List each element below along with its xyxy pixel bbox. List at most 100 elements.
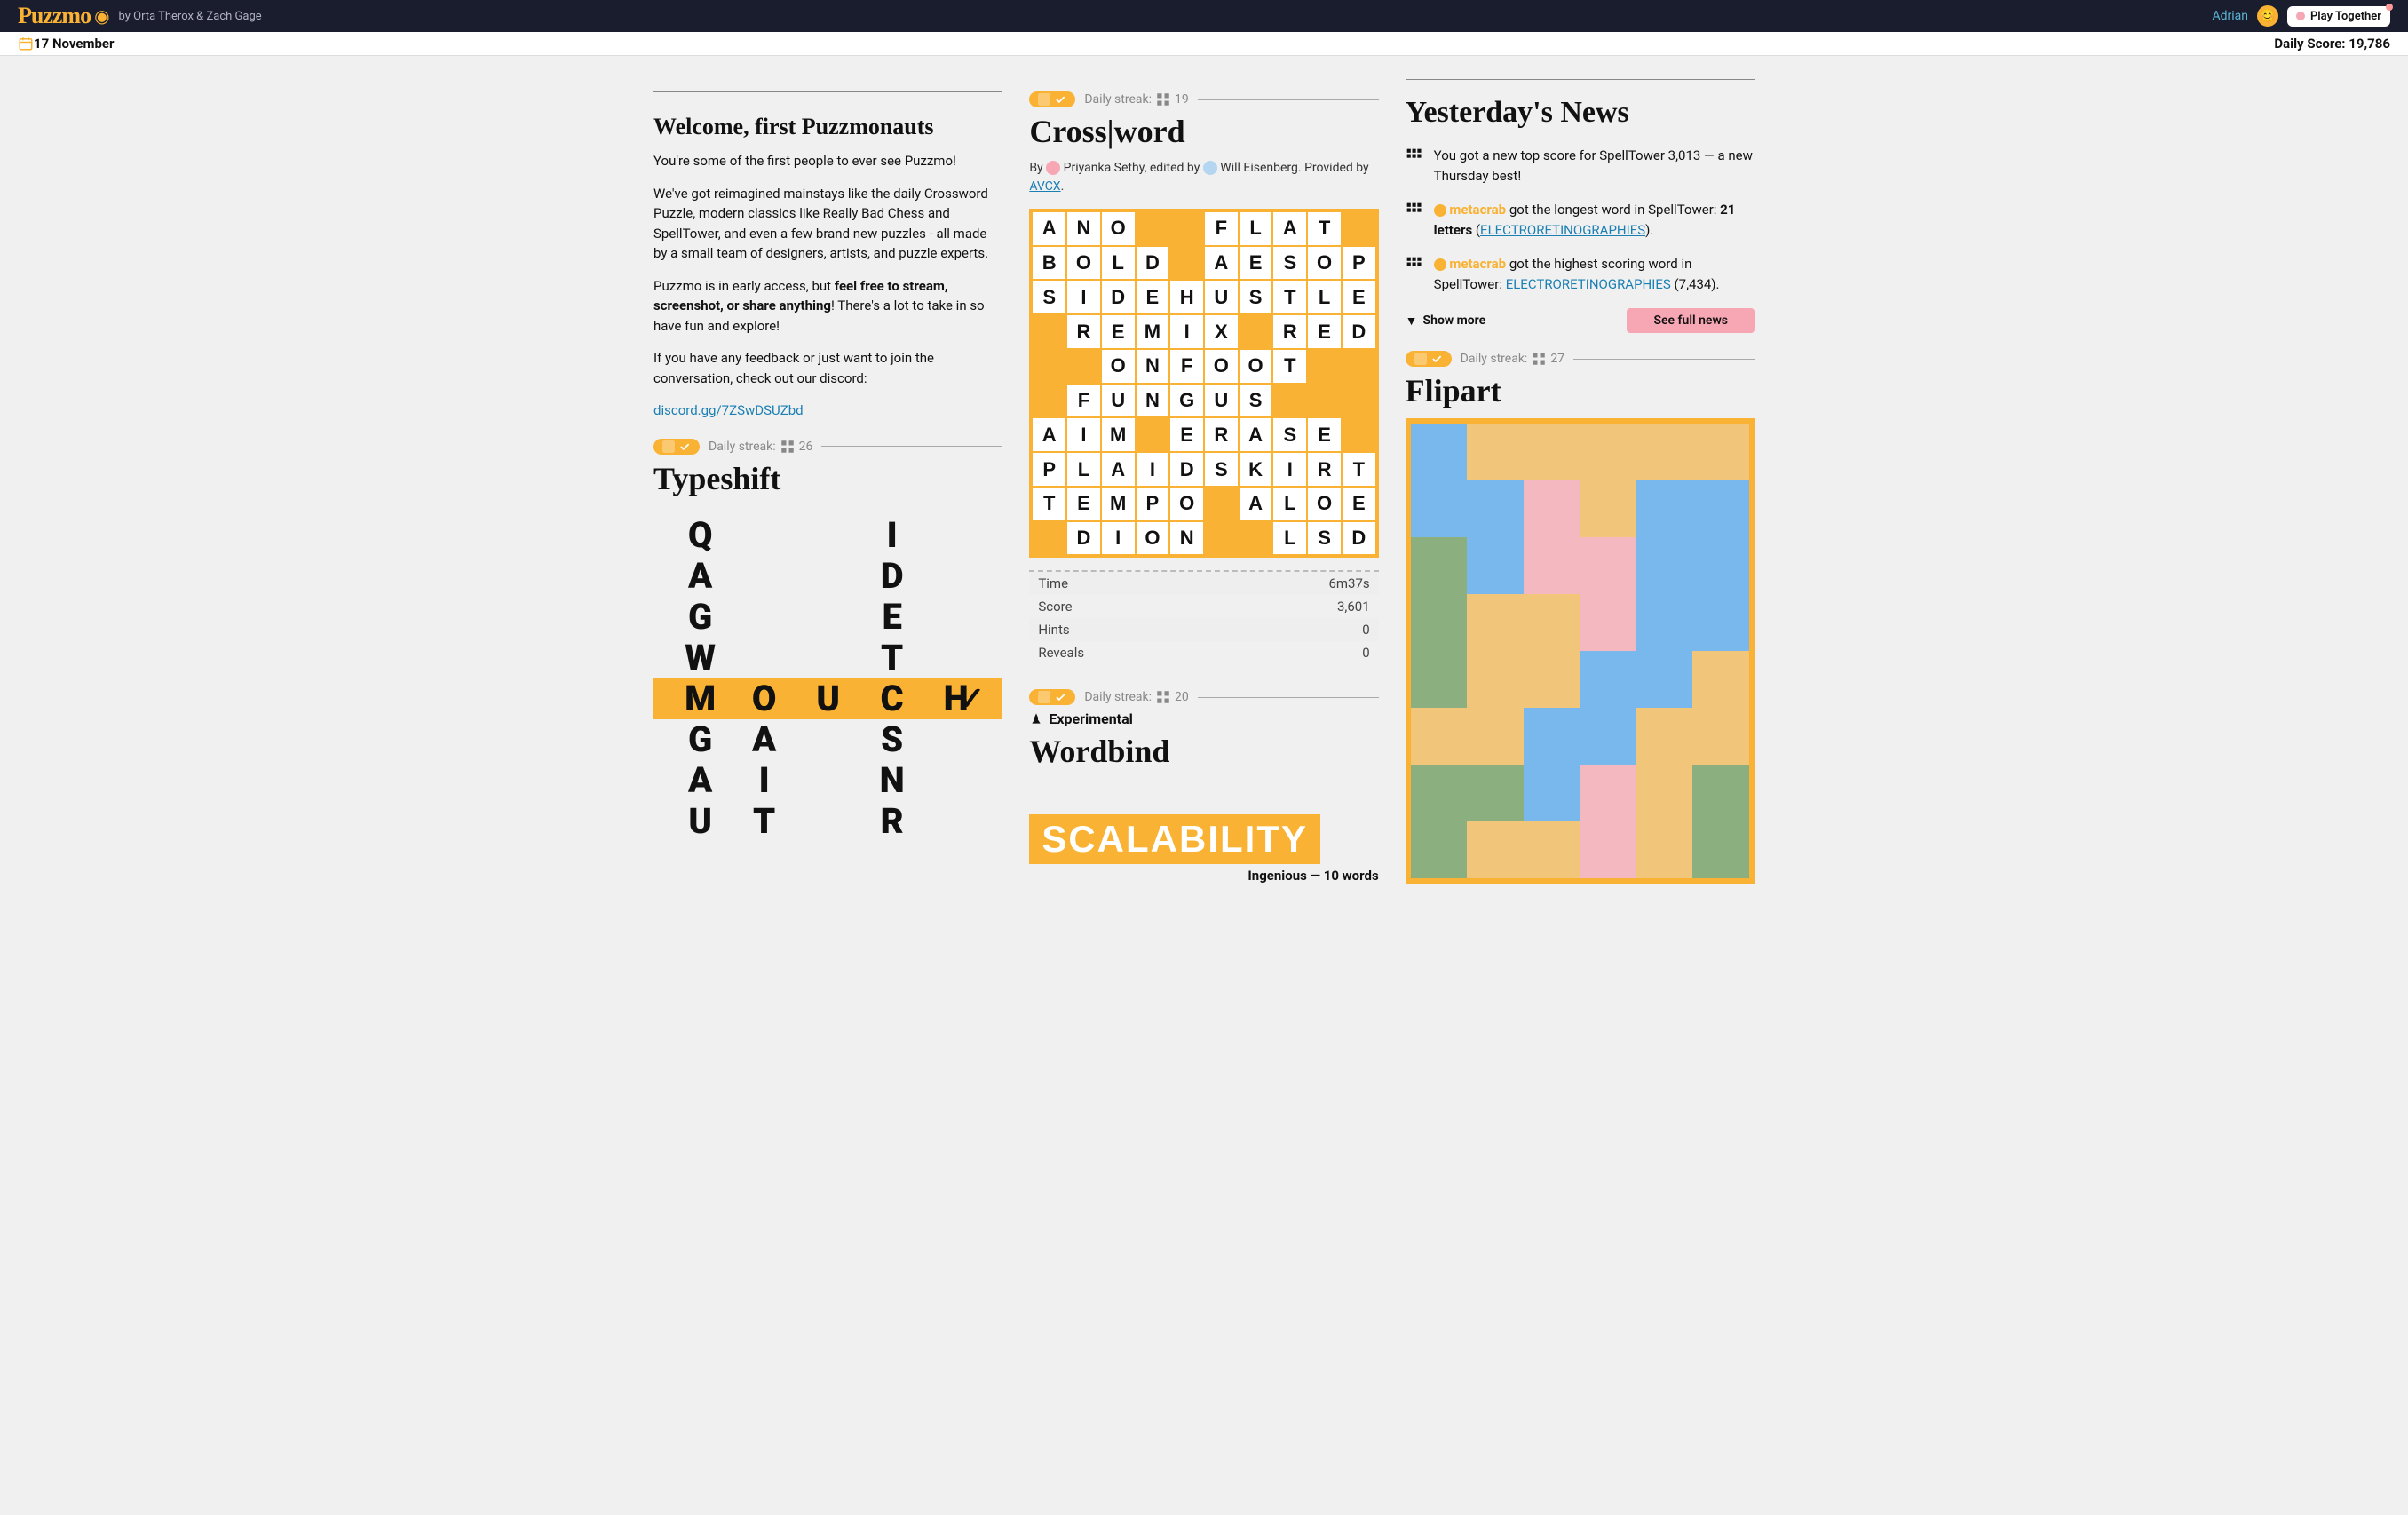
- crossword-cell[interactable]: E: [1137, 281, 1169, 313]
- flipart-cell[interactable]: [1692, 537, 1749, 594]
- flipart-cell[interactable]: [1580, 424, 1636, 480]
- crossword-cell[interactable]: S: [1308, 522, 1341, 555]
- flipart-cell[interactable]: [1636, 651, 1693, 708]
- typeshift-row[interactable]: AD: [653, 556, 1002, 597]
- crossword-cell[interactable]: E: [1343, 488, 1375, 520]
- flipart-cell[interactable]: [1524, 480, 1580, 537]
- flipart-cell[interactable]: [1411, 594, 1468, 651]
- flipart-cell[interactable]: [1411, 765, 1468, 821]
- flipart-cell[interactable]: [1692, 765, 1749, 821]
- crossword-cell[interactable]: R: [1067, 315, 1100, 348]
- crossword-cell[interactable]: U: [1102, 385, 1135, 417]
- flipart-cell[interactable]: [1580, 480, 1636, 537]
- crossword-cell[interactable]: B: [1033, 247, 1065, 280]
- crossword-cell[interactable]: D: [1343, 315, 1375, 348]
- crossword-cell[interactable]: E: [1102, 315, 1135, 348]
- crossword-cell[interactable]: T: [1343, 453, 1375, 486]
- crossword-cell[interactable]: O: [1102, 212, 1135, 245]
- flipart-cell[interactable]: [1580, 537, 1636, 594]
- crossword-cell[interactable]: S: [1273, 418, 1306, 451]
- crossword-cell[interactable]: R: [1308, 453, 1341, 486]
- typeshift-row[interactable]: WT: [653, 638, 1002, 678]
- crossword-cell[interactable]: A: [1273, 212, 1306, 245]
- flipart-cell[interactable]: [1636, 821, 1693, 878]
- play-together-button[interactable]: Play Together: [2287, 6, 2390, 27]
- crossword-cell[interactable]: D: [1067, 522, 1100, 555]
- logo[interactable]: Puzzmo ◉: [18, 3, 110, 29]
- flipart-cell[interactable]: [1411, 537, 1468, 594]
- wordbind-game[interactable]: SCALABILITY Ingenious — 10 words: [1029, 779, 1378, 884]
- crossword-cell[interactable]: A: [1033, 418, 1065, 451]
- flipart-cell[interactable]: [1524, 821, 1580, 878]
- flipart-cell[interactable]: [1692, 594, 1749, 651]
- flipart-cell[interactable]: [1580, 594, 1636, 651]
- flipart-cell[interactable]: [1467, 765, 1524, 821]
- crossword-cell[interactable]: L: [1273, 488, 1306, 520]
- crossword-cell[interactable]: O: [1067, 247, 1100, 280]
- flipart-cell[interactable]: [1467, 708, 1524, 765]
- crossword-cell[interactable]: S: [1273, 247, 1306, 280]
- crossword-cell[interactable]: L: [1102, 247, 1135, 280]
- flipart-cell[interactable]: [1580, 708, 1636, 765]
- typeshift-game[interactable]: QIADGEWTMOUCH✓GASAINUTR: [653, 515, 1002, 842]
- crossword-cell[interactable]: R: [1273, 315, 1306, 348]
- crossword-title[interactable]: Cross|word: [1029, 113, 1378, 150]
- flipart-cell[interactable]: [1692, 821, 1749, 878]
- crossword-cell[interactable]: L: [1273, 522, 1306, 555]
- crossword-cell[interactable]: M: [1102, 418, 1135, 451]
- crossword-cell[interactable]: I: [1067, 418, 1100, 451]
- show-more-button[interactable]: ▼ Show more: [1406, 313, 1486, 329]
- news-link[interactable]: ELECTRORETINOGRAPHIES: [1480, 222, 1645, 238]
- crossword-cell[interactable]: S: [1240, 385, 1272, 417]
- crossword-cell[interactable]: F: [1067, 385, 1100, 417]
- crossword-cell[interactable]: E: [1343, 281, 1375, 313]
- typeshift-row[interactable]: AIN: [653, 760, 1002, 801]
- flipart-cell[interactable]: [1411, 708, 1468, 765]
- flipart-cell[interactable]: [1636, 537, 1693, 594]
- crossword-cell[interactable]: S: [1240, 281, 1272, 313]
- crossword-cell[interactable]: L: [1067, 453, 1100, 486]
- flipart-cell[interactable]: [1692, 424, 1749, 480]
- crossword-cell[interactable]: O: [1308, 488, 1341, 520]
- crossword-cell[interactable]: E: [1240, 247, 1272, 280]
- flipart-cell[interactable]: [1636, 424, 1693, 480]
- typeshift-row[interactable]: GAS: [653, 719, 1002, 760]
- typeshift-row[interactable]: QI: [653, 515, 1002, 556]
- crossword-cell[interactable]: N: [1137, 385, 1169, 417]
- crossword-cell[interactable]: S: [1033, 281, 1065, 313]
- flipart-cell[interactable]: [1467, 424, 1524, 480]
- flipart-cell[interactable]: [1467, 594, 1524, 651]
- crossword-cell[interactable]: T: [1308, 212, 1341, 245]
- flipart-cell[interactable]: [1411, 821, 1468, 878]
- crossword-cell[interactable]: I: [1170, 315, 1203, 348]
- crossword-cell[interactable]: O: [1240, 350, 1272, 383]
- crossword-cell[interactable]: I: [1273, 453, 1306, 486]
- crossword-cell[interactable]: L: [1240, 212, 1272, 245]
- crossword-cell[interactable]: F: [1170, 350, 1203, 383]
- flipart-cell[interactable]: [1467, 537, 1524, 594]
- flipart-cell[interactable]: [1524, 424, 1580, 480]
- flipart-cell[interactable]: [1636, 480, 1693, 537]
- crossword-cell[interactable]: D: [1137, 247, 1169, 280]
- crossword-cell[interactable]: O: [1102, 350, 1135, 383]
- flipart-cell[interactable]: [1636, 594, 1693, 651]
- wordbind-title[interactable]: Wordbind: [1029, 733, 1378, 770]
- crossword-cell[interactable]: L: [1308, 281, 1341, 313]
- crossword-cell[interactable]: N: [1067, 212, 1100, 245]
- crossword-cell[interactable]: O: [1308, 247, 1341, 280]
- crossword-cell[interactable]: P: [1137, 488, 1169, 520]
- crossword-cell[interactable]: A: [1205, 247, 1238, 280]
- crossword-cell[interactable]: E: [1308, 418, 1341, 451]
- crossword-cell[interactable]: A: [1102, 453, 1135, 486]
- crossword-cell[interactable]: P: [1033, 453, 1065, 486]
- user-name[interactable]: Adrian: [2212, 9, 2248, 23]
- typeshift-title[interactable]: Typeshift: [653, 460, 1002, 497]
- flipart-title[interactable]: Flipart: [1406, 372, 1755, 409]
- crossword-cell[interactable]: S: [1205, 453, 1238, 486]
- flipart-cell[interactable]: [1580, 821, 1636, 878]
- provider-link[interactable]: AVCX: [1029, 179, 1060, 194]
- typeshift-row[interactable]: GE: [653, 597, 1002, 638]
- flipart-cell[interactable]: [1467, 480, 1524, 537]
- flipart-cell[interactable]: [1524, 708, 1580, 765]
- crossword-cell[interactable]: E: [1308, 315, 1341, 348]
